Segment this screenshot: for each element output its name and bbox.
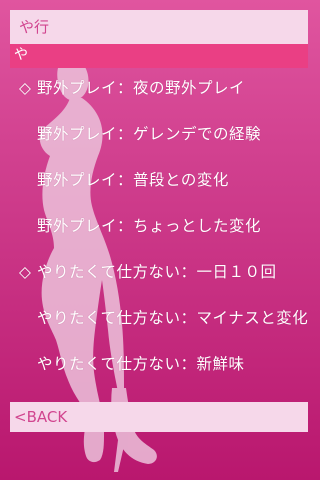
section-header: や xyxy=(10,44,308,68)
menu-item[interactable]: やりたくて仕方ない：新鮮味 xyxy=(0,344,320,384)
menu-item-label: やりたくて仕方ない：新鮮味 xyxy=(37,355,245,373)
menu-item[interactable]: 野外プレイ：普段との変化 xyxy=(0,160,320,200)
menu-item-label: 野外プレイ：ちょっとした変化 xyxy=(37,217,262,235)
menu-item-label: やりたくて仕方ない：マイナスと変化 xyxy=(37,309,309,327)
diamond-marker-icon: ◇ xyxy=(19,263,32,281)
menu-item[interactable]: 野外プレイ：ちょっとした変化 xyxy=(0,206,320,246)
menu-item-label: 野外プレイ：ゲレンデでの経験 xyxy=(37,125,262,143)
menu-item-label: 野外プレイ：夜の野外プレイ xyxy=(37,79,246,97)
page-title: や行 xyxy=(10,10,308,44)
back-button[interactable]: <BACK xyxy=(10,402,308,432)
menu-item[interactable]: ◇ やりたくて仕方ない：一日１０回 xyxy=(0,252,320,292)
menu-item[interactable]: ◇ 野外プレイ：夜の野外プレイ xyxy=(0,68,320,108)
menu-item-label: 野外プレイ：普段との変化 xyxy=(37,171,229,189)
menu-item[interactable]: 野外プレイ：ゲレンデでの経験 xyxy=(0,114,320,154)
menu-item-label: やりたくて仕方ない：一日１０回 xyxy=(37,263,277,281)
menu-item[interactable]: やりたくて仕方ない：マイナスと変化 xyxy=(0,298,320,338)
diamond-marker-icon: ◇ xyxy=(19,79,32,97)
